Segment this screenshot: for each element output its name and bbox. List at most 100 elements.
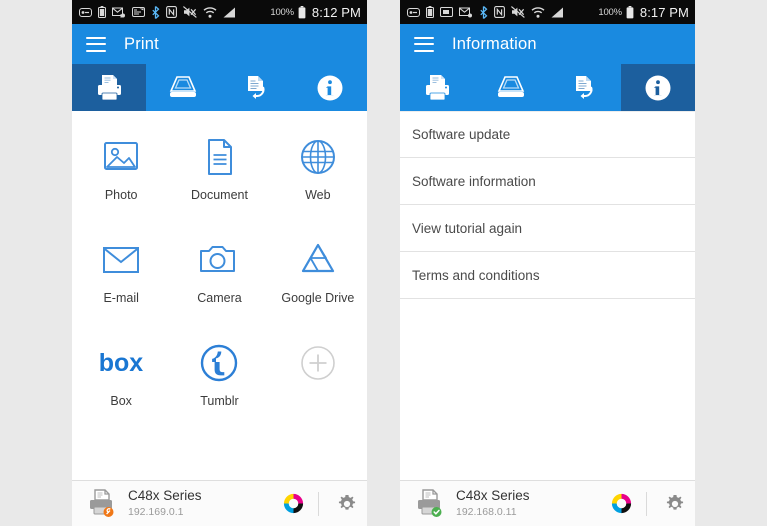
tab-print[interactable]	[400, 64, 474, 111]
source-label: Tumblr	[200, 394, 239, 408]
menu-item-label: Terms and conditions	[412, 267, 540, 283]
phone-screen-information: 100% 8:17 PM Information Software update…	[400, 0, 695, 526]
status-bar-icons-right	[407, 5, 598, 19]
source-web[interactable]: Web	[269, 129, 367, 224]
page-title: Print	[124, 34, 159, 53]
hamburger-menu-icon[interactable]	[414, 36, 434, 52]
cmyk-color-wheel-icon[interactable]	[276, 492, 310, 515]
bluetooth-icon	[479, 5, 488, 19]
tab-information[interactable]	[621, 64, 695, 111]
info-circle-icon	[645, 75, 671, 100]
source-label: Box	[110, 394, 132, 408]
tab-print[interactable]	[72, 64, 146, 111]
menu-item-label: View tutorial again	[412, 220, 523, 236]
app-bar-left: Print	[72, 24, 367, 64]
list-item[interactable]: View tutorial again	[400, 205, 695, 252]
battery-saving-icon	[98, 6, 106, 18]
tab-information[interactable]	[293, 64, 367, 111]
camera-icon	[196, 232, 242, 288]
mute-icon	[511, 6, 525, 18]
print-source-grid-container: Photo Document Web E-mail Camera Google …	[72, 111, 367, 480]
status-bar-right: 100% 8:17 PM	[400, 0, 695, 24]
globe-icon	[296, 129, 340, 185]
bottom-bar-divider	[318, 491, 319, 516]
printer-icon	[425, 74, 449, 100]
status-bar-right-left-phone: 100% 8:12 PM	[270, 5, 361, 20]
source-camera[interactable]: Camera	[170, 232, 268, 327]
tab-scan[interactable]	[474, 64, 548, 111]
source-document[interactable]: Document	[170, 129, 268, 224]
source-label: E-mail	[103, 291, 139, 305]
tab-fax[interactable]	[548, 64, 622, 111]
scanner-icon	[497, 75, 524, 97]
source-label: Photo	[104, 188, 138, 202]
photo-icon	[99, 129, 143, 185]
list-item[interactable]: Terms and conditions	[400, 252, 695, 299]
phone-screen-print: 100% 8:12 PM Print Photo Document Web E-…	[72, 0, 367, 526]
mute-icon	[183, 6, 197, 18]
sim-card-icon	[407, 7, 420, 17]
info-circle-icon	[317, 75, 343, 100]
scanner-icon	[169, 75, 196, 97]
source-google-drive[interactable]: Google Drive	[269, 232, 367, 327]
source-email[interactable]: E-mail	[72, 232, 170, 327]
gear-icon[interactable]	[655, 493, 695, 515]
sim-card-icon	[79, 7, 92, 17]
tumblr-logo-icon	[198, 335, 240, 391]
bluetooth-icon	[151, 5, 160, 19]
printer-info-right: C48x Series 192.168.0.11	[456, 488, 604, 520]
source-tumblr[interactable]: Tumblr	[170, 335, 268, 430]
wifi-icon	[531, 6, 545, 18]
status-bar-clock: 8:12 PM	[311, 4, 361, 20]
tab-fax[interactable]	[220, 64, 294, 111]
battery-full-icon	[626, 5, 634, 19]
source-label: Web	[305, 188, 331, 202]
printer-info-left: C48x Series 192.169.0.1	[128, 488, 276, 520]
menu-item-label: Software information	[412, 173, 536, 189]
wifi-icon	[203, 6, 217, 18]
gear-icon[interactable]	[327, 493, 367, 515]
list-item[interactable]: Software information	[400, 158, 695, 205]
source-photo[interactable]: Photo	[72, 129, 170, 224]
printer-bottom-bar-left[interactable]: C48x Series 192.169.0.1	[72, 480, 367, 526]
tab-bar-right	[400, 64, 695, 111]
add-plus-icon	[297, 335, 339, 391]
nfc-icon	[166, 6, 177, 18]
nfc-icon	[494, 6, 505, 18]
page-title: Information	[452, 34, 537, 53]
battery-saving-icon	[426, 6, 434, 18]
print-source-grid: Photo Document Web E-mail Camera Google …	[72, 111, 367, 430]
screenshot-icon	[440, 7, 453, 17]
printer-bottom-bar-right[interactable]: C48x Series 192.168.0.11	[400, 480, 695, 526]
list-item[interactable]: Software update	[400, 111, 695, 158]
source-box[interactable]: box Box	[72, 335, 170, 430]
menu-item-label: Software update	[412, 127, 511, 142]
document-icon	[197, 129, 241, 185]
signal-icon	[551, 7, 564, 18]
printer-ip-address: 192.169.0.1	[128, 505, 184, 518]
source-label: Document	[191, 188, 248, 202]
cmyk-color-wheel-icon[interactable]	[604, 492, 638, 515]
mail-sync-icon	[459, 7, 473, 18]
printer-icon	[97, 74, 121, 100]
printer-name: C48x Series	[456, 487, 530, 503]
status-bar-left: 100% 8:12 PM	[72, 0, 367, 24]
source-label: Google Drive	[281, 291, 355, 305]
app-bar-right: Information	[400, 24, 695, 64]
battery-percent-label: 100%	[270, 6, 294, 18]
box-logo-icon: box	[93, 335, 149, 391]
signal-icon	[223, 7, 236, 18]
tab-scan[interactable]	[146, 64, 220, 111]
printer-status-icon	[82, 487, 122, 521]
screenshot-stage: 100% 8:12 PM Print Photo Document Web E-…	[0, 0, 767, 526]
printer-name: C48x Series	[128, 487, 202, 503]
printer-status-icon	[410, 487, 450, 521]
envelope-icon	[98, 232, 144, 288]
fax-document-icon	[248, 75, 265, 99]
source-add[interactable]	[269, 335, 367, 430]
battery-full-icon	[298, 5, 306, 19]
hamburger-menu-icon[interactable]	[86, 36, 106, 52]
status-bar-icons-left	[79, 5, 270, 19]
svg-text:box: box	[99, 349, 144, 377]
fax-document-icon	[576, 75, 593, 99]
